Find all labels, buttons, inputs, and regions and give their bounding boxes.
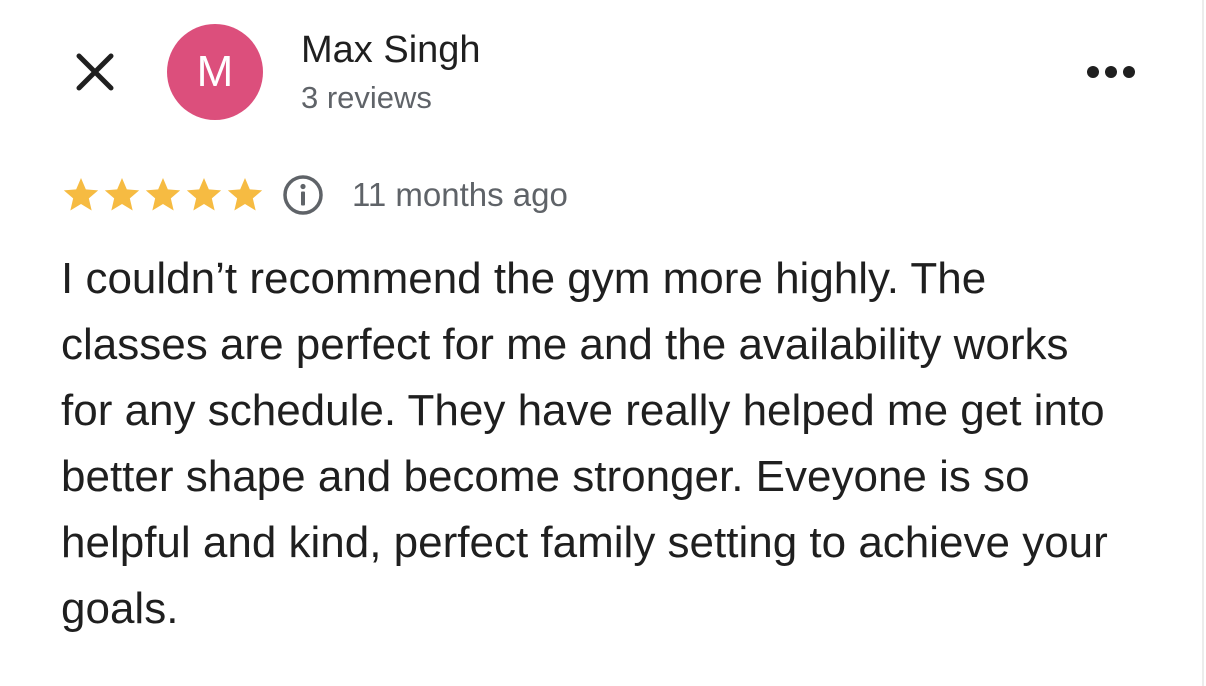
star-icon bbox=[145, 178, 181, 211]
more-vert-dots-icon bbox=[1087, 66, 1135, 78]
info-button[interactable] bbox=[281, 173, 325, 217]
review-time: 11 months ago bbox=[352, 176, 568, 213]
star-icon bbox=[186, 178, 222, 211]
star-rating bbox=[61, 170, 266, 220]
author-name[interactable]: Max Singh bbox=[301, 26, 481, 74]
star-icon bbox=[63, 178, 99, 211]
avatar[interactable]: M bbox=[167, 24, 263, 120]
rating-row: 11 months ago bbox=[61, 170, 568, 220]
star-icon bbox=[104, 178, 140, 211]
avatar-initial: M bbox=[196, 47, 234, 96]
close-button[interactable] bbox=[70, 47, 120, 97]
star-icon bbox=[227, 178, 263, 211]
close-icon bbox=[76, 53, 114, 91]
review-text: I couldn’t recommend the gym more highly… bbox=[61, 254, 1108, 633]
review-card: M Max Singh 3 reviews 11 months ago I co… bbox=[0, 0, 1204, 686]
info-icon bbox=[283, 175, 323, 215]
more-options-button[interactable] bbox=[1080, 52, 1142, 92]
author-review-count: 3 reviews bbox=[301, 80, 432, 115]
